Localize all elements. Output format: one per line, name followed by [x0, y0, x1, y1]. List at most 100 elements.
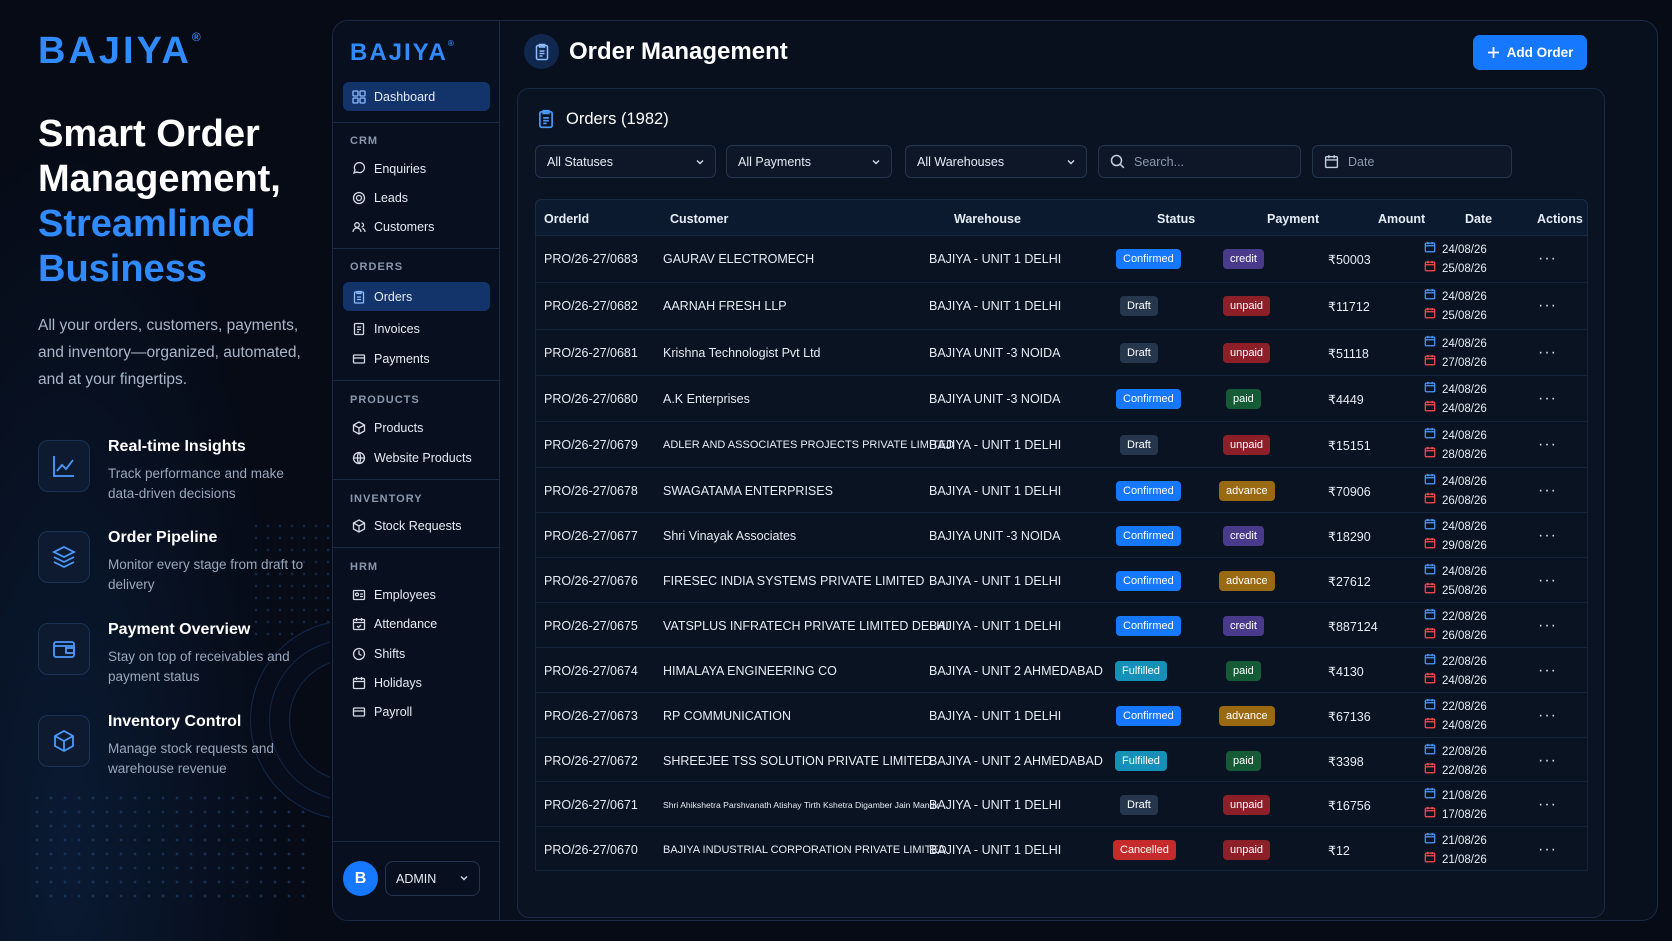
date-filter[interactable]: Date	[1312, 145, 1512, 178]
column-header-orderid[interactable]: OrderId	[544, 212, 589, 226]
status-badge: Cancelled	[1113, 840, 1176, 860]
order-id[interactable]: PRO/26-27/0674	[544, 664, 638, 678]
row-actions-menu[interactable]: ···	[1538, 390, 1557, 408]
sidebar-item-shifts[interactable]: Shifts	[343, 639, 490, 668]
order-id[interactable]: PRO/26-27/0683	[544, 252, 638, 266]
order-id[interactable]: PRO/26-27/0678	[544, 484, 638, 498]
add-order-button[interactable]: Add Order	[1473, 35, 1587, 70]
table-row[interactable]: PRO/26-27/0676 FIRESEC INDIA SYSTEMS PRIV…	[535, 558, 1588, 603]
warehouse-filter[interactable]: All Warehouses	[905, 145, 1087, 178]
order-date: 22/08/26	[1442, 656, 1487, 668]
order-dates: 22/08/26 22/08/26	[1424, 743, 1487, 781]
customer-name: SWAGATAMA ENTERPRISES	[663, 484, 833, 498]
table-row[interactable]: PRO/26-27/0673 RP COMMUNICATION BAJIYA - U…	[535, 693, 1588, 738]
warehouse-name: BAJIYA - UNIT 1 DELHI	[929, 299, 1062, 313]
sidebar-item-dashboard[interactable]: Dashboard	[343, 82, 490, 111]
calendar-icon	[1424, 832, 1436, 851]
sidebar-item-holidays[interactable]: Holidays	[343, 668, 490, 697]
sidebar-item-website-products[interactable]: Website Products	[343, 443, 490, 472]
calendar-due-icon	[1424, 307, 1436, 326]
sidebar-item-employees[interactable]: Employees	[343, 580, 490, 609]
order-id[interactable]: PRO/26-27/0672	[544, 754, 638, 768]
column-header-status[interactable]: Status	[1157, 212, 1195, 226]
payment-filter[interactable]: All Payments	[726, 145, 892, 178]
calendar-icon	[351, 675, 366, 690]
due-date: 26/08/26	[1442, 495, 1487, 507]
row-actions-menu[interactable]: ···	[1538, 796, 1557, 814]
chart-line-icon	[38, 440, 90, 492]
column-header-payment[interactable]: Payment	[1267, 212, 1319, 226]
row-actions-menu[interactable]: ···	[1538, 707, 1557, 725]
table-row[interactable]: PRO/26-27/0681 Krishna Technologist Pvt L…	[535, 330, 1588, 376]
row-actions-menu[interactable]: ···	[1538, 344, 1557, 362]
table-row[interactable]: PRO/26-27/0678 SWAGATAMA ENTERPRISES BAJIY…	[535, 468, 1588, 513]
column-header-date[interactable]: Date	[1465, 212, 1492, 226]
box-icon	[38, 715, 90, 767]
row-actions-menu[interactable]: ···	[1538, 436, 1557, 454]
status-filter[interactable]: All Statuses	[535, 145, 716, 178]
row-actions-menu[interactable]: ···	[1538, 617, 1557, 635]
sidebar-item-payments[interactable]: Payments	[343, 344, 490, 373]
role-select[interactable]: ADMIN	[385, 861, 480, 896]
column-header-warehouse[interactable]: Warehouse	[954, 212, 1021, 226]
table-row[interactable]: PRO/26-27/0677 Shri Vinayak Associates BAJ…	[535, 513, 1588, 558]
due-date: 28/08/26	[1442, 449, 1487, 461]
due-date: 22/08/26	[1442, 765, 1487, 777]
sidebar-item-enquiries[interactable]: Enquiries	[343, 154, 490, 183]
table-row[interactable]: PRO/26-27/0672 SHREEJEE TSS SOLUTION PRIV…	[535, 738, 1588, 782]
sidebar-item-attendance[interactable]: Attendance	[343, 609, 490, 638]
sidebar-item-customers[interactable]: Customers	[343, 212, 490, 241]
column-header-actions: Actions	[1537, 212, 1583, 226]
sidebar-item-orders[interactable]: Orders	[343, 282, 490, 311]
sidebar-item-stock-requests[interactable]: Stock Requests	[343, 511, 490, 540]
table-row[interactable]: PRO/26-27/0670 BAJIYA INDUSTRIAL CORPORAT…	[535, 827, 1588, 871]
order-id[interactable]: PRO/26-27/0679	[544, 438, 638, 452]
payment-badge: unpaid	[1223, 840, 1271, 860]
order-date: 21/08/26	[1442, 790, 1487, 802]
row-actions-menu[interactable]: ···	[1538, 297, 1557, 315]
order-id[interactable]: PRO/26-27/0682	[544, 299, 638, 313]
table-row[interactable]: PRO/26-27/0682 AARNAH FRESH LLP BAJIYA - U…	[535, 283, 1588, 330]
search-input[interactable]: Search...	[1098, 145, 1301, 178]
order-id[interactable]: PRO/26-27/0677	[544, 529, 638, 543]
customer-name: SHREEJEE TSS SOLUTION PRIVATE LIMITED	[663, 754, 932, 768]
section-heading-orders: ORDERS	[350, 261, 404, 273]
avatar[interactable]: B	[343, 861, 378, 896]
row-actions-menu[interactable]: ···	[1538, 482, 1557, 500]
order-id[interactable]: PRO/26-27/0675	[544, 619, 638, 633]
row-actions-menu[interactable]: ···	[1538, 662, 1557, 680]
table-row[interactable]: PRO/26-27/0675 VATSPLUS INFRATECH PRIVATE…	[535, 603, 1588, 648]
due-date: 17/08/26	[1442, 809, 1487, 821]
calendar-due-icon	[1424, 537, 1436, 556]
order-id[interactable]: PRO/26-27/0676	[544, 574, 638, 588]
table-row[interactable]: PRO/26-27/0674 HIMALAYA ENGINEERING CO BAJ…	[535, 648, 1588, 693]
card-icon	[351, 351, 366, 366]
table-row[interactable]: PRO/26-27/0679 ADLER AND ASSOCIATES PROJE…	[535, 422, 1588, 468]
payment-badge: unpaid	[1223, 343, 1271, 363]
column-header-customer[interactable]: Customer	[670, 212, 728, 226]
column-header-amount[interactable]: Amount	[1378, 212, 1425, 226]
customer-name: Krishna Technologist Pvt Ltd	[663, 346, 821, 360]
sidebar-item-leads[interactable]: Leads	[343, 183, 490, 212]
row-actions-menu[interactable]: ···	[1538, 841, 1557, 859]
order-id[interactable]: PRO/26-27/0671	[544, 798, 638, 812]
order-id[interactable]: PRO/26-27/0681	[544, 346, 638, 360]
table-row[interactable]: PRO/26-27/0671 Shri Ahikshetra Parshvanat…	[535, 782, 1588, 827]
sidebar-item-products[interactable]: Products	[343, 413, 490, 442]
table-row[interactable]: PRO/26-27/0680 A.K Enterprises BAJIYA UNIT…	[535, 376, 1588, 422]
due-date: 29/08/26	[1442, 540, 1487, 552]
sidebar-item-invoices[interactable]: Invoices	[343, 314, 490, 343]
sidebar-logo[interactable]: BAJIYA®	[350, 39, 454, 67]
row-actions-menu[interactable]: ···	[1538, 250, 1557, 268]
order-id[interactable]: PRO/26-27/0670	[544, 843, 638, 857]
sidebar-item-payroll[interactable]: Payroll	[343, 697, 490, 726]
order-id[interactable]: PRO/26-27/0680	[544, 392, 638, 406]
users-icon	[351, 219, 366, 234]
table-row[interactable]: PRO/26-27/0683 GAURAV ELECTROMECH BAJIYA -…	[535, 236, 1588, 283]
sidebar-divider	[333, 841, 500, 842]
row-actions-menu[interactable]: ···	[1538, 752, 1557, 770]
order-id[interactable]: PRO/26-27/0673	[544, 709, 638, 723]
order-amount: ₹4449	[1328, 393, 1364, 407]
row-actions-menu[interactable]: ···	[1538, 572, 1557, 590]
row-actions-menu[interactable]: ···	[1538, 527, 1557, 545]
